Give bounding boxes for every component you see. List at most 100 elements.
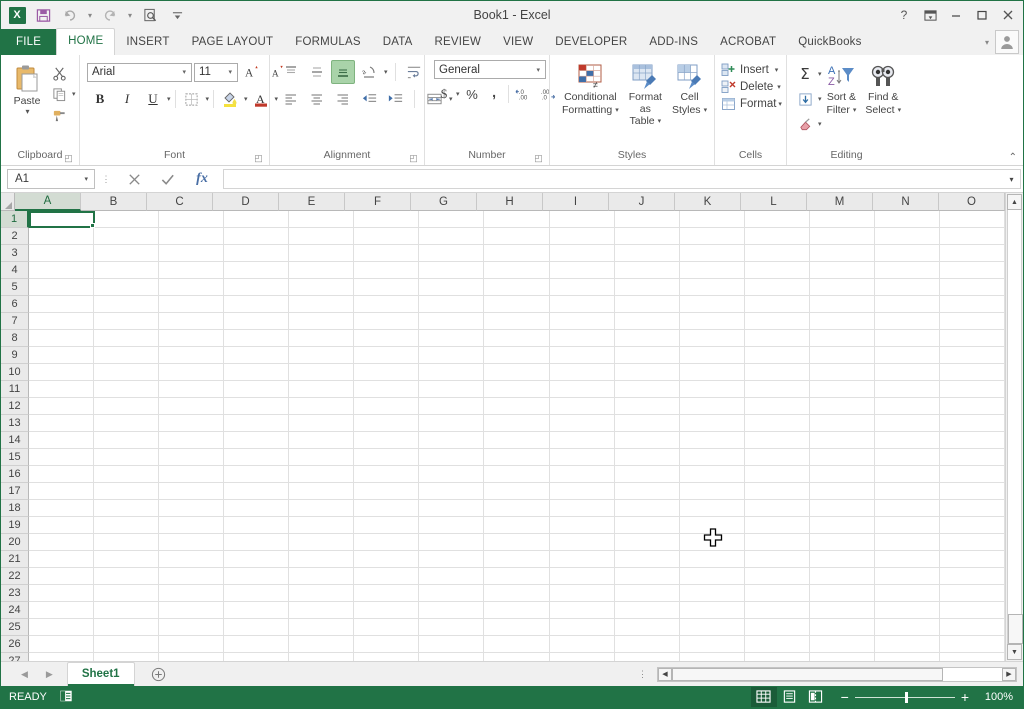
row-header-22[interactable]: 22 bbox=[1, 568, 29, 585]
cell-F2[interactable] bbox=[354, 228, 419, 245]
cell-M17[interactable] bbox=[810, 483, 875, 500]
cell-L8[interactable] bbox=[745, 330, 810, 347]
cell-C5[interactable] bbox=[159, 279, 224, 296]
cell-L26[interactable] bbox=[745, 636, 810, 653]
cell-M11[interactable] bbox=[810, 381, 875, 398]
cell-M22[interactable] bbox=[810, 568, 875, 585]
cell-F18[interactable] bbox=[354, 500, 419, 517]
insert-function-icon[interactable]: fx bbox=[185, 168, 219, 190]
cell-I4[interactable] bbox=[550, 262, 615, 279]
cell-L23[interactable] bbox=[745, 585, 810, 602]
cell-A6[interactable] bbox=[29, 296, 94, 313]
cell-F5[interactable] bbox=[354, 279, 419, 296]
cell-A12[interactable] bbox=[29, 398, 94, 415]
tab-view[interactable]: VIEW bbox=[492, 29, 544, 55]
row-header-5[interactable]: 5 bbox=[1, 279, 29, 296]
undo-icon[interactable] bbox=[57, 3, 83, 27]
cell-H4[interactable] bbox=[484, 262, 549, 279]
cell-L14[interactable] bbox=[745, 432, 810, 449]
fill-color-dropdown-icon[interactable]: ▾ bbox=[244, 95, 248, 103]
row-header-17[interactable]: 17 bbox=[1, 483, 29, 500]
cell-N26[interactable] bbox=[875, 636, 940, 653]
cell-L16[interactable] bbox=[745, 466, 810, 483]
cell-D1[interactable] bbox=[224, 211, 289, 228]
cell-O27[interactable] bbox=[940, 653, 1005, 661]
row-header-21[interactable]: 21 bbox=[1, 551, 29, 568]
cell-D22[interactable] bbox=[224, 568, 289, 585]
cell-M2[interactable] bbox=[810, 228, 875, 245]
cell-D19[interactable] bbox=[224, 517, 289, 534]
add-sheet-icon[interactable] bbox=[149, 664, 169, 684]
row-header-9[interactable]: 9 bbox=[1, 347, 29, 364]
vertical-scroll-track[interactable] bbox=[1007, 210, 1022, 644]
cell-K18[interactable] bbox=[680, 500, 745, 517]
cell-J10[interactable] bbox=[615, 364, 680, 381]
row-header-11[interactable]: 11 bbox=[1, 381, 29, 398]
cell-K8[interactable] bbox=[680, 330, 745, 347]
underline-dropdown-icon[interactable]: ▾ bbox=[167, 95, 171, 103]
cell-K1[interactable] bbox=[680, 211, 745, 228]
cell-H10[interactable] bbox=[484, 364, 549, 381]
orientation-icon[interactable]: a bbox=[357, 60, 381, 84]
expand-formula-bar-icon[interactable]: ▾ bbox=[1003, 169, 1021, 189]
cell-F25[interactable] bbox=[354, 619, 419, 636]
insert-cells-button[interactable]: Insert ▾ bbox=[721, 62, 778, 78]
previous-sheet-icon[interactable]: ◀ bbox=[21, 669, 28, 680]
cell-L3[interactable] bbox=[745, 245, 810, 262]
tab-add-ins[interactable]: ADD-INS bbox=[638, 29, 709, 55]
cell-M23[interactable] bbox=[810, 585, 875, 602]
cell-G18[interactable] bbox=[419, 500, 484, 517]
cell-E14[interactable] bbox=[289, 432, 354, 449]
cell-O18[interactable] bbox=[940, 500, 1005, 517]
cell-A21[interactable] bbox=[29, 551, 94, 568]
zoom-out-icon[interactable]: − bbox=[841, 692, 849, 702]
cell-J7[interactable] bbox=[615, 313, 680, 330]
align-center-icon[interactable] bbox=[305, 87, 329, 111]
cell-F22[interactable] bbox=[354, 568, 419, 585]
cell-I16[interactable] bbox=[550, 466, 615, 483]
cell-C9[interactable] bbox=[159, 347, 224, 364]
cell-A7[interactable] bbox=[29, 313, 94, 330]
cell-A22[interactable] bbox=[29, 568, 94, 585]
cell-A5[interactable] bbox=[29, 279, 94, 296]
cell-G16[interactable] bbox=[419, 466, 484, 483]
cell-J18[interactable] bbox=[615, 500, 680, 517]
help-icon[interactable]: ? bbox=[891, 2, 917, 28]
cell-F26[interactable] bbox=[354, 636, 419, 653]
cell-M19[interactable] bbox=[810, 517, 875, 534]
fill-button[interactable]: ▾ bbox=[793, 87, 822, 111]
cell-I5[interactable] bbox=[550, 279, 615, 296]
cell-I6[interactable] bbox=[550, 296, 615, 313]
page-layout-view-icon[interactable] bbox=[777, 687, 803, 707]
redo-dropdown-icon[interactable]: ▾ bbox=[124, 11, 136, 20]
row-header-23[interactable]: 23 bbox=[1, 585, 29, 602]
font-size-input[interactable]: 11 ▾ bbox=[194, 63, 238, 82]
cell-K17[interactable] bbox=[680, 483, 745, 500]
tab-insert[interactable]: INSERT bbox=[115, 29, 180, 55]
cell-N23[interactable] bbox=[875, 585, 940, 602]
cell-F19[interactable] bbox=[354, 517, 419, 534]
cell-I12[interactable] bbox=[550, 398, 615, 415]
cell-N3[interactable] bbox=[875, 245, 940, 262]
close-icon[interactable] bbox=[995, 2, 1021, 28]
cell-A20[interactable] bbox=[29, 534, 94, 551]
page-break-preview-icon[interactable] bbox=[803, 687, 829, 707]
cell-O15[interactable] bbox=[940, 449, 1005, 466]
cell-I14[interactable] bbox=[550, 432, 615, 449]
cell-D9[interactable] bbox=[224, 347, 289, 364]
cell-E17[interactable] bbox=[289, 483, 354, 500]
column-header-C[interactable]: C bbox=[147, 193, 213, 211]
cell-L6[interactable] bbox=[745, 296, 810, 313]
cell-I9[interactable] bbox=[550, 347, 615, 364]
cell-A9[interactable] bbox=[29, 347, 94, 364]
cell-J15[interactable] bbox=[615, 449, 680, 466]
cell-D20[interactable] bbox=[224, 534, 289, 551]
tab-quickbooks[interactable]: QuickBooks bbox=[787, 29, 872, 55]
cell-G14[interactable] bbox=[419, 432, 484, 449]
cell-I19[interactable] bbox=[550, 517, 615, 534]
cell-D8[interactable] bbox=[224, 330, 289, 347]
cell-M18[interactable] bbox=[810, 500, 875, 517]
cell-H22[interactable] bbox=[484, 568, 549, 585]
cell-I17[interactable] bbox=[550, 483, 615, 500]
scroll-up-icon[interactable]: ▲ bbox=[1007, 194, 1022, 210]
